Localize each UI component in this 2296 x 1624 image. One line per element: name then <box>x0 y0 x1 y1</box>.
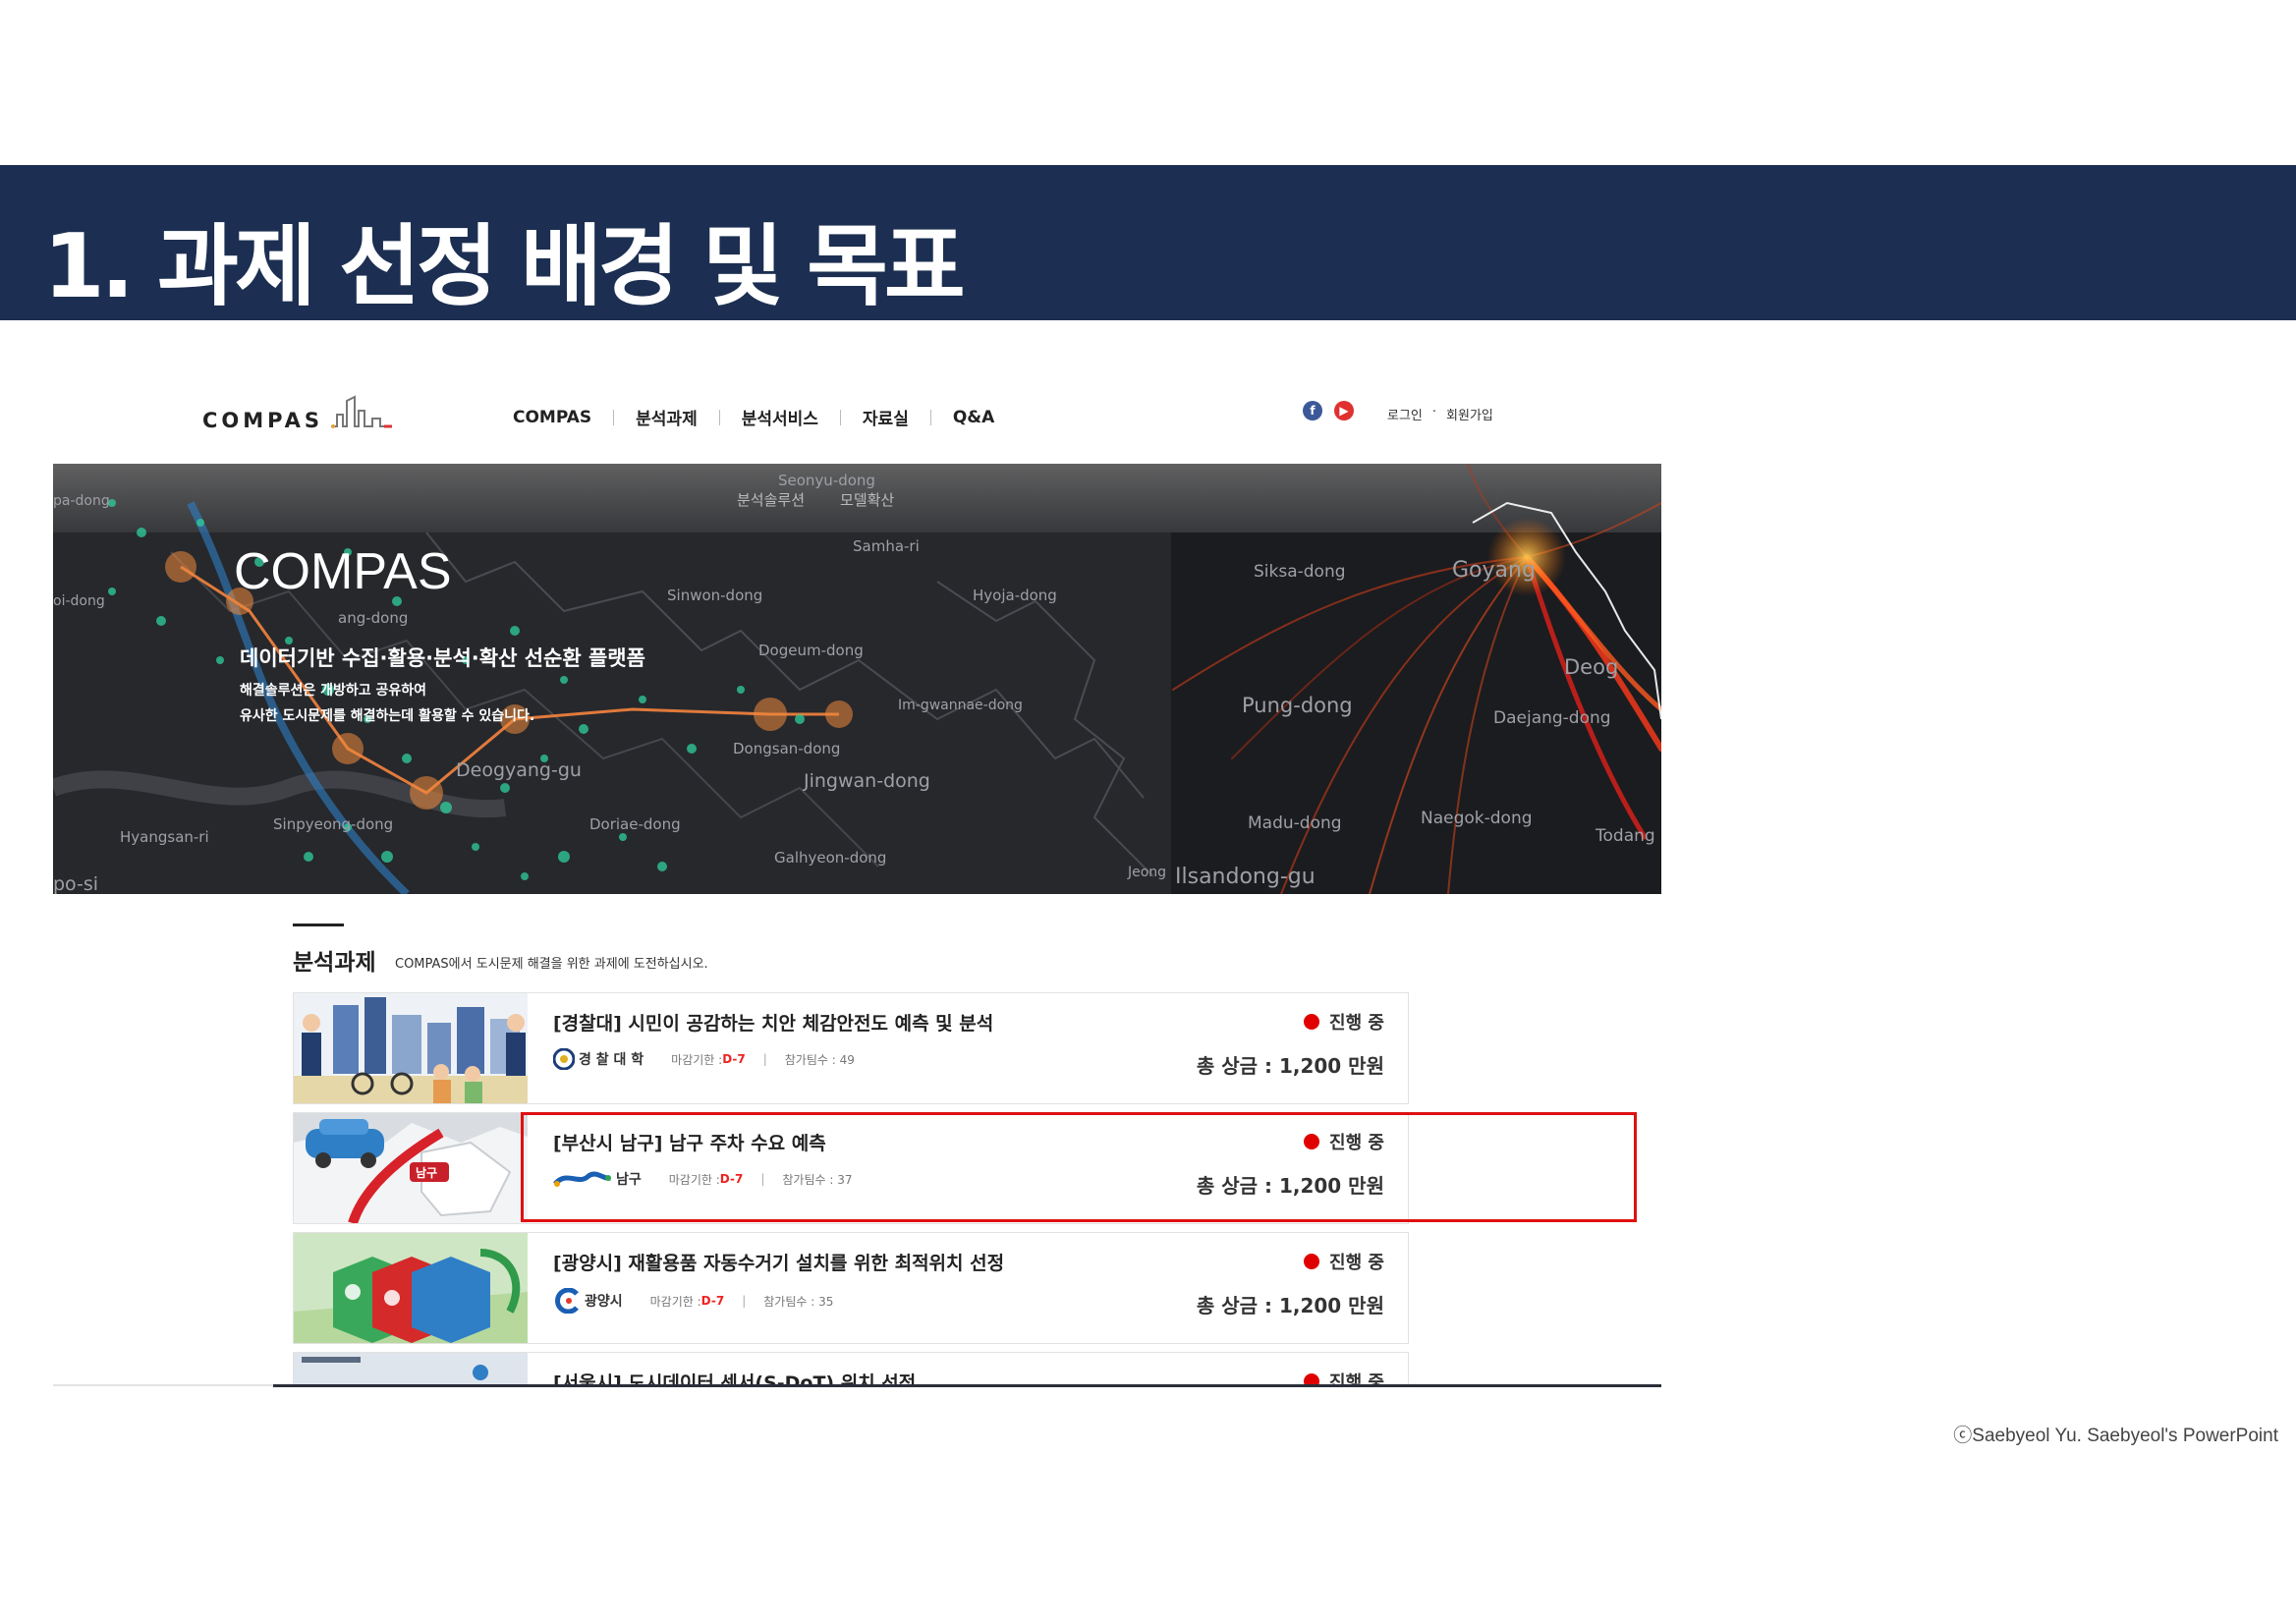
task-meta: 광양시 마감기한 : D-7 | 참가팀수 : 35 <box>553 1288 833 1314</box>
hero-link-solutions[interactable]: 분석솔루션 <box>737 489 805 510</box>
status-dot-icon <box>1304 1014 1320 1030</box>
nav-item-analysis-tasks[interactable]: 분석과제 <box>614 405 719 429</box>
hero-top-links: 분석솔루션 모델확산 <box>737 489 894 510</box>
slide-title: 1. 과제 선정 배경 및 목표 <box>43 215 966 318</box>
map-label: Dogeum-dong <box>758 642 864 659</box>
task-title[interactable]: [경찰대] 시민이 공감하는 치안 체감안전도 예측 및 분석 <box>553 1009 993 1036</box>
map-label: Jeong <box>1127 865 1166 880</box>
map-label: Sinpyeong-dong <box>273 815 393 833</box>
section-rule <box>293 924 344 926</box>
slide-header: 1. 과제 선정 배경 및 목표 <box>0 165 2296 320</box>
highlight-box <box>521 1112 1637 1222</box>
task-card[interactable]: [광양시] 재활용품 자동수거기 설치를 위한 최적위치 선정 광양시 마감기한… <box>293 1232 1409 1344</box>
prize-amount: 총 상금 : 1,200 만원 <box>1196 1294 1384 1317</box>
prize-amount: 총 상금 : 1,200 만원 <box>1196 1054 1384 1078</box>
map-label: Sinwon-dong <box>667 587 762 604</box>
org-logo: 경 찰 대 학 <box>553 1048 644 1070</box>
map-label: Samha-ri <box>853 537 920 555</box>
team-count: 참가팀수 : 35 <box>763 1294 834 1309</box>
hero-title: COMPAS <box>234 543 452 600</box>
task-card[interactable]: [경찰대] 시민이 공감하는 치안 체감안전도 예측 및 분석 경 찰 대 학 … <box>293 992 1409 1104</box>
status-badge: 진행 중 <box>1304 1249 1384 1274</box>
hero-banner: Seonyu-dong Samha-ri Sinwon-dong Hyoja-d… <box>53 464 1661 894</box>
nav-item-archive[interactable]: 자료실 <box>841 405 930 429</box>
map-label: Madu-dong <box>1248 813 1342 833</box>
map-label: Siksa-dong <box>1254 562 1346 582</box>
section-title: 분석과제 <box>293 950 376 976</box>
map-label: Todang <box>1595 826 1655 846</box>
deadline-label: 마감기한 : <box>671 1052 723 1067</box>
status-label: 진행 중 <box>1329 1253 1384 1273</box>
map-label: Deog <box>1564 655 1618 679</box>
youtube-icon[interactable]: ▶ <box>1334 401 1354 420</box>
nav-item-compas[interactable]: COMPAS <box>491 408 613 427</box>
status-badge: 진행 중 <box>1304 1009 1384 1035</box>
facebook-icon[interactable]: f <box>1303 401 1322 420</box>
map-label: Goyang <box>1452 558 1536 583</box>
deadline-label: 마감기한 : <box>649 1294 701 1309</box>
org-name: 광양시 <box>585 1294 623 1310</box>
meta-separator: | <box>762 1052 767 1066</box>
hero-subtitle: 데이터기반 수집·활용·분석·확산 선순환 플랫폼 <box>240 646 645 670</box>
status-dot-icon <box>1304 1254 1320 1269</box>
crop-cover <box>0 1387 2296 1624</box>
signup-link[interactable]: 회원가입 <box>1446 405 1493 423</box>
site-logo[interactable]: COMPAS <box>202 391 394 432</box>
deadline-value: D-7 <box>700 1294 725 1308</box>
hero-description: 해결솔루션은 개방하고 공유하여 유사한 도시문제를 해결하는데 활용할 수 있… <box>240 678 534 729</box>
meta-separator: | <box>742 1294 747 1308</box>
map-label: Naegok-dong <box>1421 809 1533 828</box>
map-label: oi-dong <box>53 593 105 609</box>
section-subtitle: COMPAS에서 도시문제 해결을 위한 과제에 도전하십시오. <box>395 957 708 972</box>
map-label: Hyoja-dong <box>973 587 1057 604</box>
status-label: 진행 중 <box>1329 1013 1384 1034</box>
task-thumbnail-recycling <box>294 1233 528 1343</box>
auth-separator: · <box>1431 405 1437 420</box>
nav-item-qna[interactable]: Q&A <box>931 408 1016 427</box>
task-title[interactable]: [광양시] 재활용품 자동수거기 설치를 위한 최적위치 선정 <box>553 1249 1004 1275</box>
deadline-value: D-7 <box>722 1052 746 1066</box>
map-label: pa-dong <box>53 493 110 509</box>
hero-link-model-spread[interactable]: 모델확산 <box>840 489 894 510</box>
team-count: 참가팀수 : 49 <box>784 1052 855 1067</box>
social-links: f ▶ <box>1303 401 1354 420</box>
map-label: Galhyeon-dong <box>774 849 886 867</box>
map-label: Ilsandong-gu <box>1175 865 1316 889</box>
crop-line <box>273 1384 1661 1387</box>
logo-text: COMPAS <box>202 409 324 432</box>
org-name: 경 찰 대 학 <box>579 1052 644 1068</box>
map-label: Doriae-dong <box>589 815 681 833</box>
map-label: Deogyang-gu <box>456 759 582 781</box>
hero-description-line: 해결솔루션은 개방하고 공유하여 <box>240 683 427 699</box>
task-thumbnail-police <box>294 993 528 1103</box>
thumb-badge: 남구 <box>416 1165 437 1180</box>
skyline-logo-icon <box>331 395 393 428</box>
map-label: Jingwan-dong <box>803 770 930 792</box>
map-label: Seonyu-dong <box>778 472 875 489</box>
auth-links: 로그인 · 회원가입 <box>1387 405 1493 423</box>
org-logo: 광양시 <box>553 1288 623 1314</box>
map-label: Daejang-dong <box>1493 708 1611 728</box>
task-thumbnail-parking: 남구 <box>294 1113 528 1223</box>
map-label: Pung-dong <box>1242 694 1353 717</box>
map-label: Dongsan-dong <box>733 740 840 757</box>
police-emblem-icon <box>553 1048 575 1070</box>
gwangyang-logo-icon <box>555 1288 579 1314</box>
login-link[interactable]: 로그인 <box>1387 405 1423 423</box>
copyright-text: ⓒSaebyeol Yu. Saebyeol's PowerPoint <box>1953 1426 2278 1446</box>
map-label: po-si <box>53 873 98 894</box>
hero-description-line: 유사한 도시문제를 해결하는데 활용할 수 있습니다. <box>240 708 535 724</box>
main-nav: COMPAS 분석과제 분석서비스 자료실 Q&A <box>491 405 1016 430</box>
map-label: Hyangsan-ri <box>120 828 209 846</box>
map-label: Im-gwannae-dong <box>898 698 1023 713</box>
task-meta: 경 찰 대 학 마감기한 : D-7 | 참가팀수 : 49 <box>553 1048 855 1070</box>
map-label: ang-dong <box>338 609 408 627</box>
nav-item-analysis-services[interactable]: 분석서비스 <box>720 405 840 429</box>
